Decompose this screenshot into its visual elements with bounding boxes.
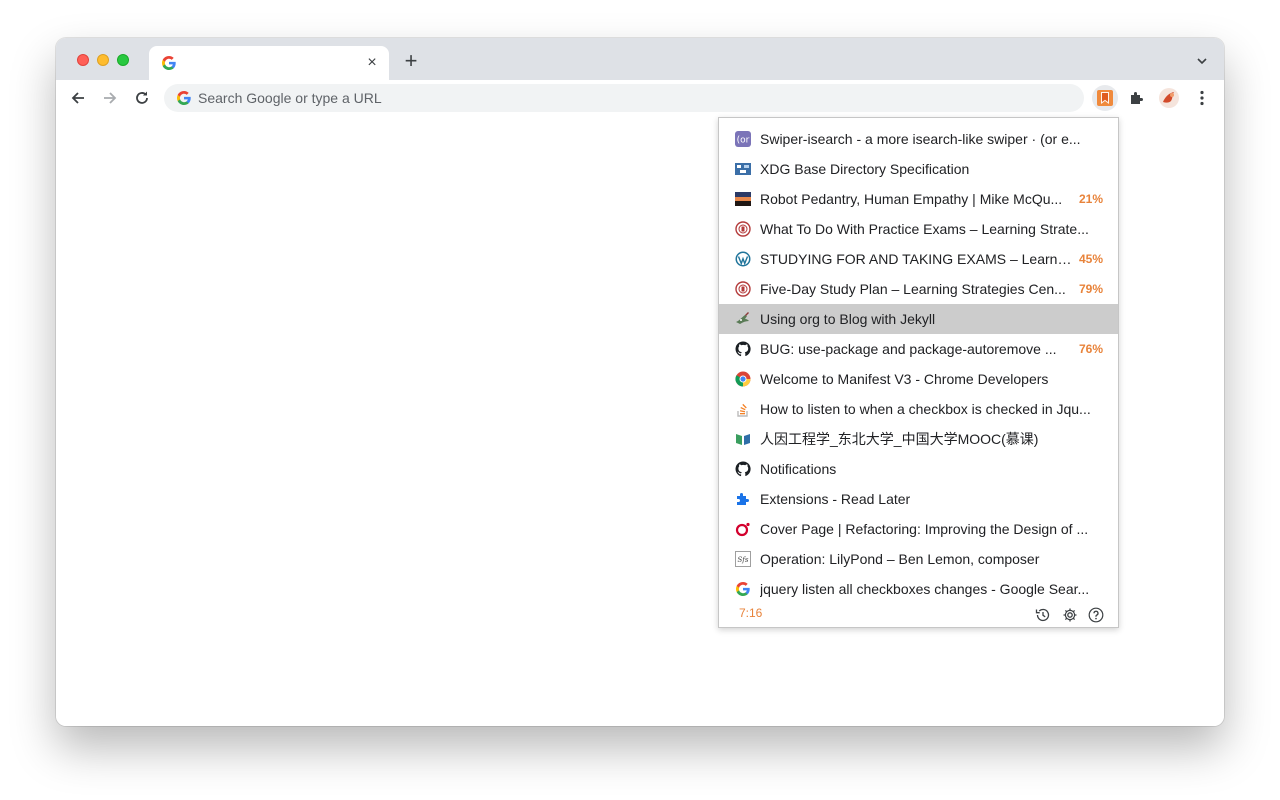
mooc-icon: [736, 434, 750, 445]
browser-tab[interactable]: ×: [149, 46, 389, 80]
puzzle-icon[interactable]: [1127, 88, 1147, 108]
profile-avatar[interactable]: [1156, 85, 1182, 111]
oreilly-icon: [735, 522, 750, 537]
window-minimize-button[interactable]: [97, 54, 109, 66]
help-icon[interactable]: [1088, 607, 1104, 623]
item-title: Using org to Blog with Jekyll: [760, 311, 936, 327]
list-item[interactable]: What To Do With Practice Exams – Learnin…: [719, 214, 1118, 244]
google-icon: [162, 56, 176, 70]
svg-text:(or: (or: [737, 136, 750, 146]
google-icon: [736, 582, 750, 596]
jekyll-icon: [736, 312, 749, 324]
avatar-icon: [1159, 88, 1179, 108]
address-bar[interactable]: [164, 84, 1084, 112]
progress-badge: 21%: [1078, 192, 1103, 206]
google-icon: [177, 91, 191, 105]
item-title: How to listen to when a checkbox is chec…: [760, 401, 1091, 417]
progress-badge: 45%: [1078, 252, 1103, 266]
clock-time: 7:16: [739, 606, 763, 620]
item-title: What To Do With Practice Exams – Learnin…: [760, 221, 1089, 237]
list-item[interactable]: Welcome to Manifest V3 - Chrome Develope…: [719, 364, 1118, 394]
item-title: Robot Pedantry, Human Empathy | Mike McQ…: [760, 191, 1063, 207]
list-item[interactable]: Sfs Operation: LilyPond – Ben Lemon, com…: [719, 544, 1118, 574]
list-item[interactable]: BUG: use-package and package-autoremove …: [719, 334, 1118, 364]
university-seal-icon: [735, 221, 751, 237]
sfs-icon: Sfs: [735, 551, 751, 567]
kebab-menu-icon[interactable]: [1192, 88, 1212, 108]
read-later-list: (or Swiper-isearch - a more isearch-like…: [719, 124, 1118, 604]
progress-badge: 79%: [1078, 282, 1103, 296]
popup-footer: 7:16: [719, 604, 1118, 626]
list-item-selected[interactable]: Using org to Blog with Jekyll: [719, 304, 1118, 334]
new-tab-button[interactable]: +: [401, 50, 421, 72]
reload-icon[interactable]: [132, 88, 152, 108]
svg-text:Sfs: Sfs: [738, 556, 749, 564]
list-item[interactable]: XDG Base Directory Specification: [719, 154, 1118, 184]
orgmode-icon: (or: [735, 131, 751, 147]
tab-close-button[interactable]: ×: [363, 54, 381, 72]
stackoverflow-icon: [737, 403, 748, 417]
item-title: Notifications: [760, 461, 837, 477]
item-title: STUDYING FOR AND TAKING EXAMS – Learni..…: [760, 251, 1072, 267]
list-item[interactable]: 人因工程学_东北大学_中国大学MOOC(慕课): [719, 424, 1118, 454]
list-item[interactable]: Five-Day Study Plan – Learning Strategie…: [719, 274, 1118, 304]
github-icon: [735, 341, 751, 357]
item-title: jquery listen all checkboxes changes - G…: [760, 581, 1090, 597]
window-maximize-button[interactable]: [117, 54, 129, 66]
list-item[interactable]: Cover Page | Refactoring: Improving the …: [719, 514, 1118, 544]
item-title: Swiper-isearch - a more isearch-like swi…: [760, 131, 1081, 147]
chrome-icon: [735, 371, 751, 387]
university-seal-icon: [735, 281, 751, 297]
item-title: Cover Page | Refactoring: Improving the …: [760, 521, 1089, 537]
back-arrow-icon[interactable]: [68, 88, 88, 108]
history-icon[interactable]: [1035, 607, 1051, 623]
chevron-down-icon[interactable]: [1196, 55, 1208, 67]
forward-arrow-icon[interactable]: [100, 88, 120, 108]
item-title: Welcome to Manifest V3 - Chrome Develope…: [760, 371, 1049, 387]
list-item[interactable]: jquery listen all checkboxes changes - G…: [719, 574, 1118, 604]
item-title: Operation: LilyPond – Ben Lemon, compose…: [760, 551, 1040, 567]
read-later-popup: (or Swiper-isearch - a more isearch-like…: [718, 117, 1119, 628]
progress-badge: 76%: [1078, 342, 1103, 356]
address-input[interactable]: [198, 84, 1058, 112]
github-icon: [735, 461, 751, 477]
browser-toolbar: [56, 80, 1224, 118]
window-close-button[interactable]: [77, 54, 89, 66]
item-title: XDG Base Directory Specification: [760, 161, 970, 177]
item-title: 人因工程学_东北大学_中国大学MOOC(慕课): [760, 431, 1039, 447]
item-title: Extensions - Read Later: [760, 491, 911, 507]
list-item[interactable]: Notifications: [719, 454, 1118, 484]
list-item[interactable]: Robot Pedantry, Human Empathy | Mike McQ…: [719, 184, 1118, 214]
xdg-icon: [735, 163, 751, 175]
wordpress-icon: [735, 251, 751, 267]
bookmark-icon: [1097, 90, 1113, 106]
list-item[interactable]: (or Swiper-isearch - a more isearch-like…: [719, 124, 1118, 154]
title-bar: × +: [56, 38, 1224, 80]
list-item[interactable]: Extensions - Read Later: [719, 484, 1118, 514]
item-title: Five-Day Study Plan – Learning Strategie…: [760, 281, 1066, 297]
list-item[interactable]: How to listen to when a checkbox is chec…: [719, 394, 1118, 424]
puzzle-icon: [737, 493, 749, 505]
list-item[interactable]: STUDYING FOR AND TAKING EXAMS – Learni..…: [719, 244, 1118, 274]
gear-icon[interactable]: [1062, 607, 1078, 623]
sunset-thumbnail-icon: [735, 192, 751, 206]
item-title: BUG: use-package and package-autoremove …: [760, 341, 1057, 357]
read-later-extension-button[interactable]: [1092, 85, 1118, 111]
